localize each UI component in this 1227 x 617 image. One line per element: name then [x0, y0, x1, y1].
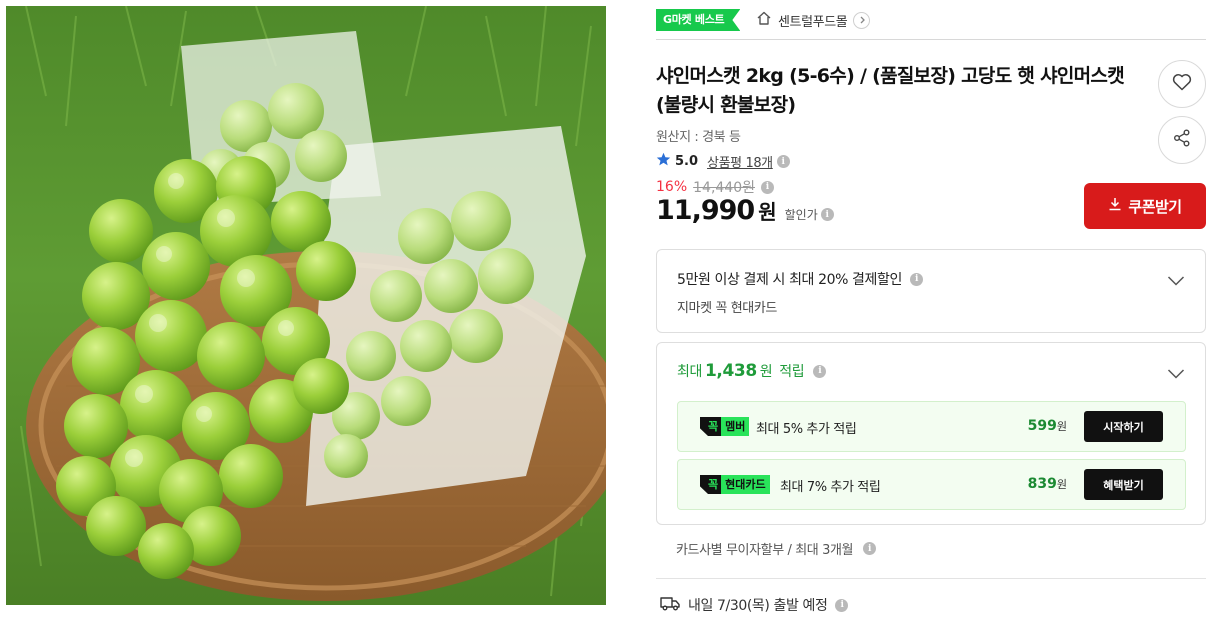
- sale-price: 11,990: [656, 195, 755, 226]
- gmarket-best-badge[interactable]: G마켓 베스트: [656, 9, 740, 31]
- promo-description: 최대 7% 추가 적립: [780, 480, 881, 495]
- info-icon[interactable]: i: [776, 155, 790, 168]
- promo-description: 최대 5% 추가 적립: [756, 422, 857, 437]
- share-icon: [1173, 129, 1191, 151]
- product-title: 샤인머스캣 2kg (5-6수) / (품질보장) 고당도 햇 샤인머스캣 (불…: [656, 65, 1125, 116]
- card-discount-panel[interactable]: 5만원 이상 결제 시 최대 20% 결제할인 i 지마켓 꼭 현대카드: [656, 249, 1206, 333]
- max-points-row: 최대 1,438 원 적립 i: [677, 361, 827, 381]
- start-membership-button[interactable]: 시작하기: [1084, 411, 1163, 442]
- chevron-down-icon[interactable]: [1167, 272, 1185, 291]
- chevron-right-icon[interactable]: [853, 11, 871, 29]
- rating-summary: 5.0 상품평 18개 i: [656, 152, 790, 171]
- sale-price-row: 11,990 원 할인가 i: [656, 195, 834, 226]
- download-icon: [1108, 197, 1122, 215]
- promo-points: 599원: [1028, 418, 1067, 434]
- store-name[interactable]: 센트럴푸드몰: [778, 11, 848, 30]
- store-link[interactable]: 센트럴푸드몰: [756, 9, 871, 31]
- tag-name: 현대카드: [721, 475, 770, 494]
- points-amount: 1,438: [704, 361, 757, 381]
- get-benefit-button[interactable]: 혜택받기: [1084, 469, 1163, 500]
- coupon-button[interactable]: 쿠폰받기: [1084, 183, 1206, 229]
- info-icon[interactable]: i: [835, 598, 849, 612]
- card-discount-subline: 지마켓 꼭 현대카드: [677, 301, 777, 316]
- points-suffix: 적립: [779, 364, 805, 380]
- info-icon[interactable]: i: [761, 180, 774, 194]
- review-count-link[interactable]: 상품평 18개: [707, 152, 773, 171]
- info-icon[interactable]: i: [813, 364, 827, 378]
- points-panel: 최대 1,438 원 적립 i 꼭 멤버 최대 5% 추가 적립 599원 시작…: [656, 342, 1206, 525]
- promo-points-value: 599: [1027, 418, 1057, 434]
- discount-rate: 16%: [656, 179, 688, 195]
- tag-prefix: 꼭: [700, 417, 722, 436]
- divider: [656, 578, 1206, 579]
- original-price: 14,440원: [693, 180, 755, 196]
- installment-info: 카드사별 무이자할부 / 최대 3개월 i: [676, 539, 877, 558]
- promo-points-unit: 원: [1056, 420, 1067, 433]
- card-discount-headline-row: 5만원 이상 결제 시 최대 20% 결제할인 i: [677, 269, 923, 289]
- discount-row: 16% 14,440원 i: [656, 177, 774, 197]
- promo-points-unit: 원: [1056, 478, 1067, 491]
- rating-score: 5.0: [675, 154, 699, 169]
- card-discount-headline: 5만원 이상 결제 시 최대 20% 결제할인: [677, 272, 902, 288]
- sale-price-label: 할인가 i: [785, 206, 834, 223]
- member-tag: 꼭 멤버: [700, 417, 750, 436]
- delivery-info: 내일 7/30(목) 출발 예정 i: [660, 595, 849, 615]
- sale-price-label-text: 할인가: [784, 208, 818, 222]
- info-icon[interactable]: i: [863, 542, 877, 555]
- heart-icon: [1172, 73, 1192, 95]
- points-prefix: 최대: [677, 364, 702, 380]
- points-unit: 원: [759, 364, 773, 380]
- hyundai-card-tag: 꼭 현대카드: [700, 475, 770, 494]
- sale-price-unit: 원: [758, 200, 777, 224]
- product-photo-illustration: [20, 6, 606, 601]
- product-image: [6, 6, 606, 605]
- installment-text: 카드사별 무이자할부 / 최대 3개월: [676, 543, 854, 558]
- truck-icon: [660, 596, 680, 615]
- info-icon[interactable]: i: [820, 208, 834, 221]
- star-icon: [656, 152, 671, 171]
- tag-name: 멤버: [721, 417, 750, 436]
- coupon-button-label: 쿠폰받기: [1128, 197, 1182, 216]
- promo-points-value: 839: [1027, 476, 1057, 492]
- seller-bar: G마켓 베스트 센트럴푸드몰: [656, 6, 1206, 40]
- hyundai-card-points-promo: 꼭 현대카드 최대 7% 추가 적립 839원 혜택받기: [677, 459, 1186, 510]
- delivery-text: 내일 7/30(목) 출발 예정: [688, 598, 828, 614]
- origin-info: 원산지 : 경북 등: [656, 130, 741, 145]
- share-button[interactable]: [1158, 116, 1206, 164]
- tag-prefix: 꼭: [700, 475, 722, 494]
- favorite-button[interactable]: [1158, 60, 1206, 108]
- member-points-promo: 꼭 멤버 최대 5% 추가 적립 599원 시작하기: [677, 401, 1186, 452]
- home-icon: [756, 10, 772, 30]
- product-info-panel: G마켓 베스트 센트럴푸드몰 샤인머스캣 2kg (5-6수) / (품질보장)…: [656, 0, 1206, 617]
- info-icon[interactable]: i: [909, 272, 923, 286]
- promo-points: 839원: [1028, 476, 1067, 492]
- chevron-down-icon[interactable]: [1167, 365, 1185, 384]
